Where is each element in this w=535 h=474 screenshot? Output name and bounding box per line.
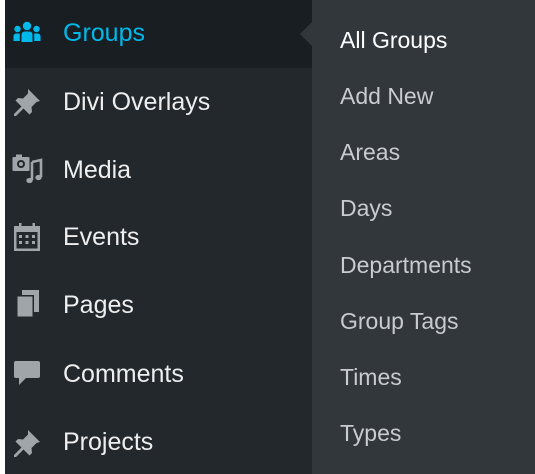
groups-icon xyxy=(10,17,44,51)
menu-item-label: Media xyxy=(63,156,132,184)
submenu-item-times[interactable]: Times xyxy=(340,357,402,397)
media-icon xyxy=(10,152,44,186)
menu-item-label: Divi Overlays xyxy=(63,88,211,116)
menu-item-label: Comments xyxy=(63,360,184,388)
admin-menu-screenshot: Groups Divi Overlays Media Events Pages … xyxy=(0,0,535,474)
admin-sidebar-menu: Groups Divi Overlays Media Events Pages … xyxy=(5,0,312,474)
submenu-item-types[interactable]: Types xyxy=(340,413,401,453)
menu-item-label: Projects xyxy=(63,428,154,456)
menu-item-label: Groups xyxy=(63,19,145,47)
submenu-item-add-new[interactable]: Add New xyxy=(340,76,433,116)
menu-item-label: Events xyxy=(63,223,140,251)
menu-item-groups[interactable]: Groups xyxy=(5,0,312,68)
pages-icon xyxy=(10,287,44,321)
pushpin-icon xyxy=(10,85,44,119)
groups-submenu: All Groups Add New Areas Days Department… xyxy=(312,0,535,474)
menu-item-divi-overlays[interactable]: Divi Overlays xyxy=(5,68,312,136)
submenu-item-all-groups[interactable]: All Groups xyxy=(340,20,447,60)
menu-item-projects[interactable]: Projects xyxy=(5,408,312,474)
submenu-item-areas[interactable]: Areas xyxy=(340,132,400,172)
calendar-icon xyxy=(10,220,44,254)
comment-icon xyxy=(10,356,44,390)
menu-item-events[interactable]: Events xyxy=(5,204,312,272)
menu-item-label: Pages xyxy=(63,291,134,319)
pushpin-icon xyxy=(10,426,44,460)
submenu-item-days[interactable]: Days xyxy=(340,188,392,228)
submenu-item-departments[interactable]: Departments xyxy=(340,245,472,285)
submenu-item-group-tags[interactable]: Group Tags xyxy=(340,301,458,341)
menu-item-media[interactable]: Media xyxy=(5,136,312,204)
active-menu-arrow xyxy=(300,22,312,46)
menu-item-pages[interactable]: Pages xyxy=(5,272,312,340)
menu-item-comments[interactable]: Comments xyxy=(5,340,312,408)
